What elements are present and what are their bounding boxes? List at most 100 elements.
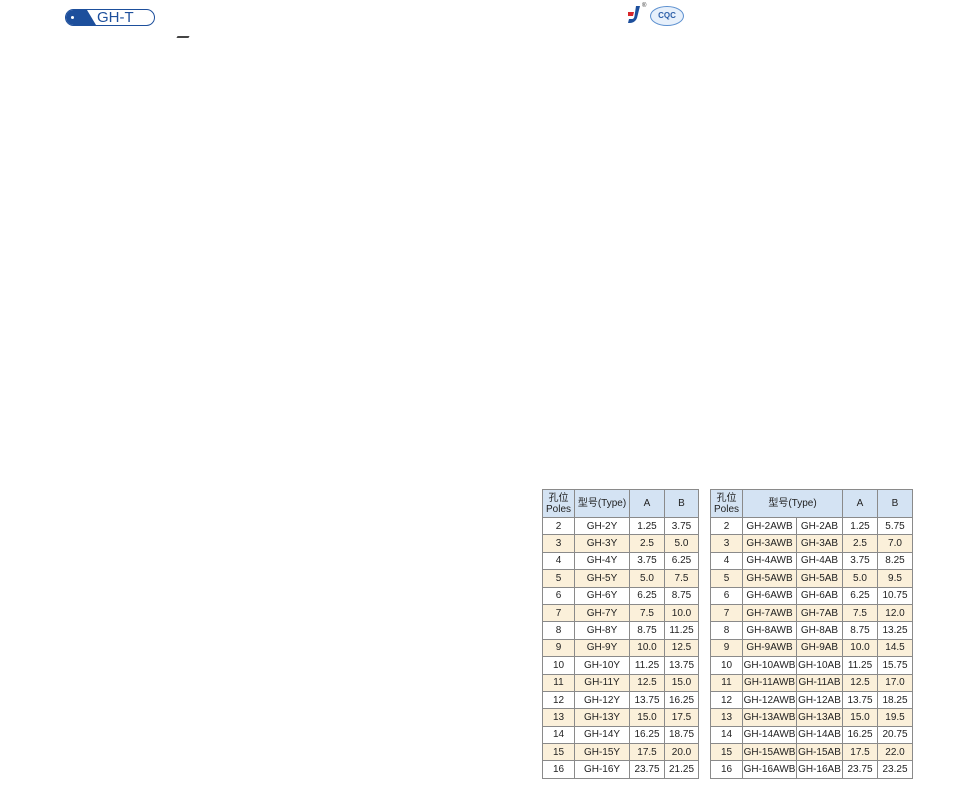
table-cell: GH-11AWB xyxy=(742,673,797,692)
table-cell: 13.25 xyxy=(877,621,913,640)
table-cell: 23.75 xyxy=(842,760,878,779)
table-cell: 7 xyxy=(710,603,743,623)
poles-type-table-y: 孔位 Poles 型号(Type) A B 2 GH-2Y 1.25 3.75 3 GH-… xyxy=(542,489,699,779)
table-cell: 10 xyxy=(710,656,743,675)
table-cell: 15 xyxy=(542,743,575,762)
table-row: 14 GH-14AWB GH-14AB 16.25 20.75 xyxy=(710,725,913,745)
table-cell: 13 xyxy=(542,708,575,727)
table-cell: GH-15AB xyxy=(796,743,843,762)
table-cell: 6 xyxy=(710,586,743,605)
header-a: A xyxy=(629,489,665,518)
table-row: 5 GH-5Y 5.0 7.5 xyxy=(542,569,699,588)
table-row: 3 GH-3Y 2.5 5.0 xyxy=(542,534,699,553)
table-cell: 6.25 xyxy=(629,586,665,605)
table-row: 14 GH-14Y 16.25 18.75 xyxy=(542,725,699,745)
table-cell: 14.5 xyxy=(877,638,913,658)
table-cell: 1.25 xyxy=(842,516,878,536)
table-cell: 8.25 xyxy=(877,551,913,571)
header-b: B xyxy=(664,489,699,518)
table-cell: GH-3AWB xyxy=(742,534,797,553)
header-type: 型号(Type) xyxy=(574,489,630,518)
table-row: 4 GH-4Y 3.75 6.25 xyxy=(542,551,699,571)
table-cell: 12 xyxy=(542,690,575,710)
table-cell: 11 xyxy=(710,673,743,692)
table-cell: GH-9AWB xyxy=(742,638,797,658)
table-cell: 18.25 xyxy=(877,690,913,710)
table-cell: GH-8Y xyxy=(574,621,630,640)
series-badge: GH-T xyxy=(65,9,155,26)
table-row: 10 GH-10AWB GH-10AB 11.25 15.75 xyxy=(710,656,913,675)
table-cell: 17.5 xyxy=(842,743,878,762)
table-cell: 12.5 xyxy=(842,673,878,692)
table-cell: GH-10Y xyxy=(574,656,630,675)
table-cell: 9 xyxy=(542,638,575,658)
table-cell: 2 xyxy=(710,516,743,536)
table-cell: 13 xyxy=(710,708,743,727)
registered-mark: ® xyxy=(642,3,647,9)
table-cell: GH-12AWB xyxy=(742,690,797,710)
table-cell: 2.5 xyxy=(842,534,878,553)
table-cell: 5 xyxy=(542,569,575,588)
table-cell: GH-16AB xyxy=(796,760,843,779)
table-cell: GH-12Y xyxy=(574,690,630,710)
table-cell: GH-9Y xyxy=(574,638,630,658)
poles-type-table-awb: 孔位 Poles 型号(Type) A B 2 GH-2AWB GH-2AB 1.25… xyxy=(710,489,913,779)
table-cell: GH-12AB xyxy=(796,690,843,710)
table-cell: 11.25 xyxy=(629,656,665,675)
table-cell: GH-4Y xyxy=(574,551,630,571)
table-cell: GH-4AWB xyxy=(742,551,797,571)
table-cell: 10.0 xyxy=(629,638,665,658)
table-cell: GH-2AWB xyxy=(742,516,797,536)
table-cell: 8.75 xyxy=(629,621,665,640)
table-cell: GH-2AB xyxy=(796,516,843,536)
table-cell: 2.5 xyxy=(629,534,665,553)
table-row: 13 GH-13AWB GH-13AB 15.0 19.5 xyxy=(710,708,913,727)
table-cell: GH-14Y xyxy=(574,725,630,745)
table-row: 12 GH-12AWB GH-12AB 13.75 18.25 xyxy=(710,690,913,710)
table-cell: GH-10AWB xyxy=(742,656,797,675)
table-cell: 11.25 xyxy=(664,621,699,640)
table-cell: 7.0 xyxy=(877,534,913,553)
table-cell: 3.75 xyxy=(842,551,878,571)
table-cell: 7.5 xyxy=(842,603,878,623)
table-row: 11 GH-11AWB GH-11AB 12.5 17.0 xyxy=(710,673,913,692)
table-cell: 3 xyxy=(542,534,575,553)
table-cell: 16.25 xyxy=(842,725,878,745)
table-cell: GH-16Y xyxy=(574,760,630,779)
table-cell: GH-3AB xyxy=(796,534,843,553)
table-cell: 12.5 xyxy=(664,638,699,658)
table-row: 16 GH-16AWB GH-16AB 23.75 23.25 xyxy=(710,760,913,779)
table-cell: 8 xyxy=(542,621,575,640)
table-row: 8 GH-8Y 8.75 11.25 xyxy=(542,621,699,640)
table-row: 9 GH-9AWB GH-9AB 10.0 14.5 xyxy=(710,638,913,658)
header-b: B xyxy=(877,489,913,518)
table-row: 15 GH-15AWB GH-15AB 17.5 22.0 xyxy=(710,743,913,762)
table-cell: GH-8AB xyxy=(796,621,843,640)
table-cell: 20.0 xyxy=(664,743,699,762)
table-cell: GH-7Y xyxy=(574,603,630,623)
table-cell: GH-3Y xyxy=(574,534,630,553)
table-cell: 9.5 xyxy=(877,569,913,588)
table-cell: 11.25 xyxy=(842,656,878,675)
table-row: 13 GH-13Y 15.0 17.5 xyxy=(542,708,699,727)
table-cell: GH-7AB xyxy=(796,603,843,623)
table-row: 8 GH-8AWB GH-8AB 8.75 13.25 xyxy=(710,621,913,640)
table-row: 7 GH-7Y 7.5 10.0 xyxy=(542,603,699,623)
table-cell: 3.75 xyxy=(629,551,665,571)
table-cell: 16 xyxy=(542,760,575,779)
table-cell: 10.75 xyxy=(877,586,913,605)
brand-logo-icon xyxy=(628,6,640,23)
table-cell: 5.0 xyxy=(629,569,665,588)
table-cell: 23.75 xyxy=(629,760,665,779)
table-cell: 13.75 xyxy=(629,690,665,710)
table-cell: 5.0 xyxy=(842,569,878,588)
table-cell: 21.25 xyxy=(664,760,699,779)
table-cell: GH-5AB xyxy=(796,569,843,588)
table-cell: GH-5Y xyxy=(574,569,630,588)
table-cell: 12.5 xyxy=(629,673,665,692)
table-cell: 13.75 xyxy=(842,690,878,710)
table-cell: 15.0 xyxy=(842,708,878,727)
header-a: A xyxy=(842,489,878,518)
table-cell: 3.75 xyxy=(664,516,699,536)
series-label: GH-T xyxy=(97,9,134,26)
